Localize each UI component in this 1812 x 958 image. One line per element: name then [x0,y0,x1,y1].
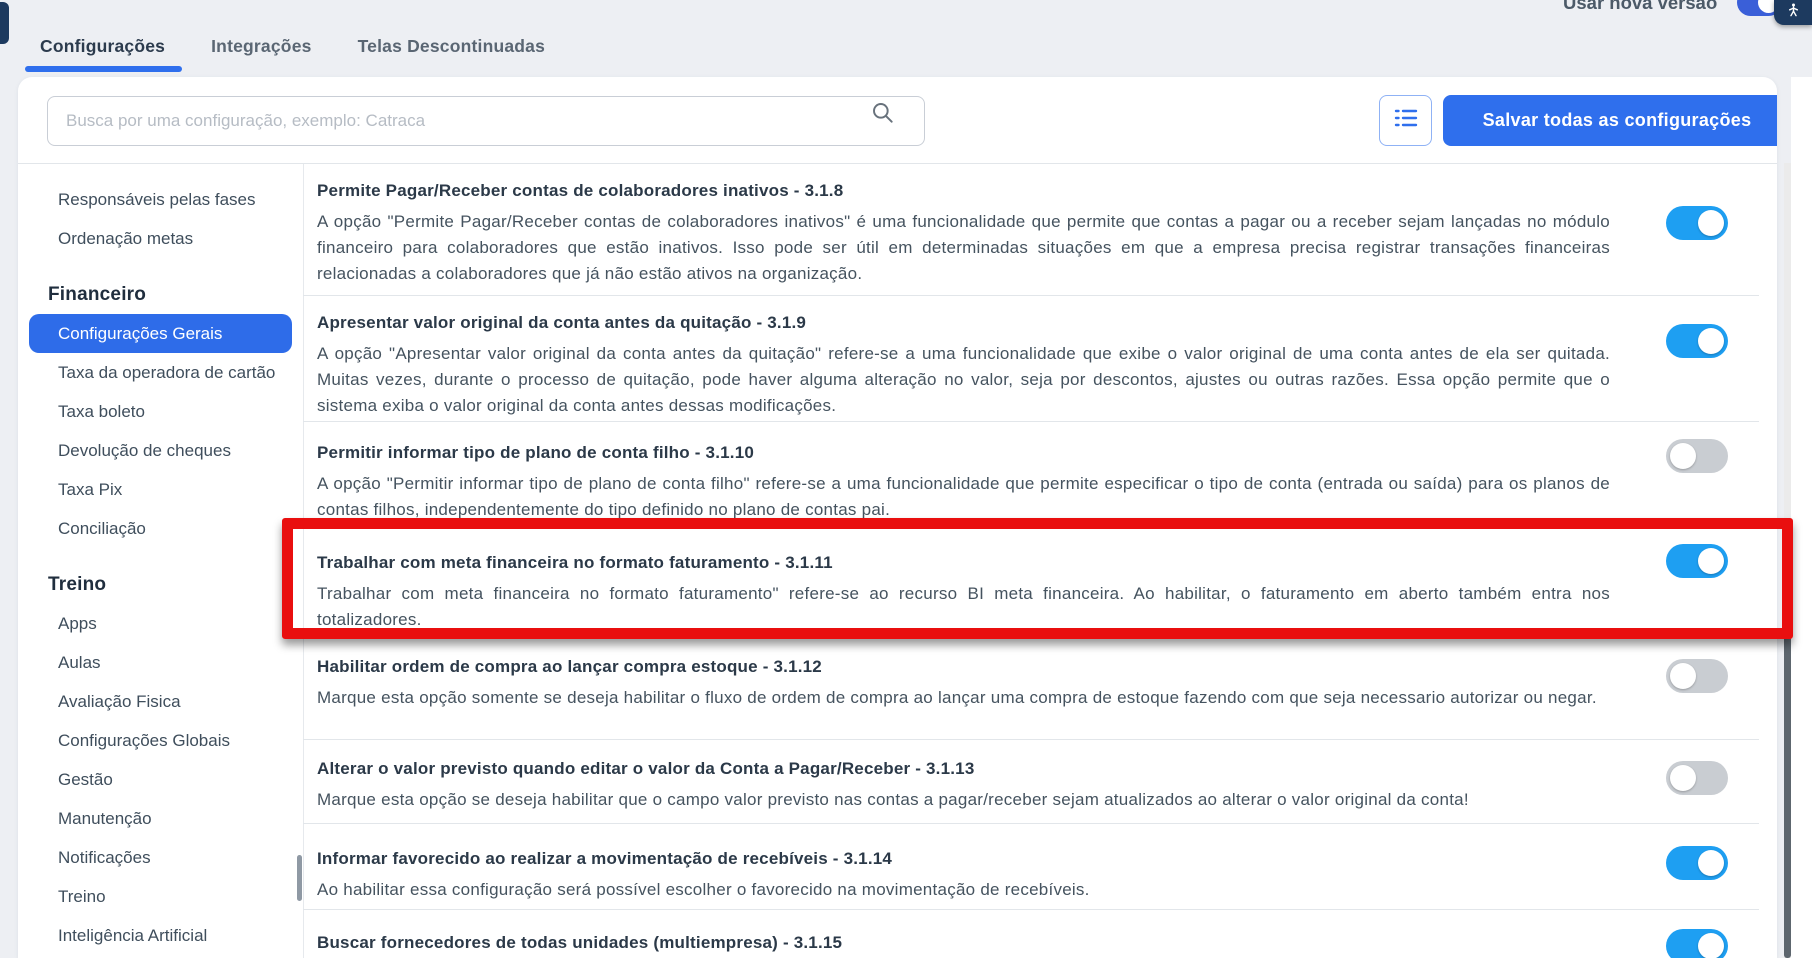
toggle-knob [1698,328,1724,354]
sidebar-item[interactable]: Manutenção [58,799,303,838]
sidebar-item[interactable]: Avaliação Fisica [58,682,303,721]
setting-title: Alterar o valor previsto quando editar o… [317,759,1617,779]
sidebar-item[interactable]: Conciliação [58,509,303,548]
sidebar-item[interactable]: Apps [58,604,303,643]
tab-configuracoes[interactable]: Configurações [40,36,165,57]
sidebar-item[interactable]: Configurações Gerais [29,314,292,353]
settings-card: Salvar todas as configurações Responsáve… [18,77,1777,958]
setting-description: A opção "Permitir informar tipo de plano… [317,471,1610,523]
sidebar-item[interactable]: Inteligência Artificial [58,916,303,955]
accessibility-person-icon [1785,2,1802,24]
sidebar-item[interactable]: Aulas [58,643,303,682]
setting-title: Permite Pagar/Receber contas de colabora… [317,181,1617,201]
sidebar-item[interactable]: Taxa da operadora de cartão [58,353,303,392]
sidebar-item[interactable]: Taxa Pix [58,470,303,509]
toggle-knob [1698,210,1724,236]
setting-toggle[interactable] [1666,439,1728,473]
toggle-knob [1698,933,1724,958]
tab-integracoes[interactable]: Integrações [211,36,311,57]
sidebar-item[interactable]: Configurações Globais [58,721,303,760]
setting-title: Informar favorecido ao realizar a movime… [317,849,1617,869]
setting-toggle[interactable] [1666,846,1728,880]
tab-telas-descontinuadas[interactable]: Telas Descontinuadas [358,36,546,57]
setting-toggle[interactable] [1666,324,1728,358]
list-view-button[interactable] [1379,95,1432,146]
sidebar-item[interactable]: Gestão [58,760,303,799]
new-version-label: Usar nova versão [1563,0,1733,14]
toggle-knob [1670,443,1696,469]
setting-description: Trabalhar com meta financeira no formato… [317,581,1610,633]
sidebar-item[interactable]: Notificações [58,838,303,877]
sidebar-section-header: Treino [48,574,303,596]
settings-list: Permite Pagar/Receber contas de colabora… [303,164,1777,958]
sidebar-item[interactable]: Responsáveis pelas fases [58,180,303,219]
setting-toggle[interactable] [1666,544,1728,578]
tab-bar: Configurações Integrações Telas Descontinu… [40,36,545,57]
setting-description: A opção "Apresentar valor original da co… [317,341,1610,419]
sidebar-item[interactable]: Ordenação metas [58,219,303,258]
setting-toggle[interactable] [1666,206,1728,240]
setting-title: Trabalhar com meta financeira no formato… [317,553,1617,573]
search-icon[interactable] [870,100,896,126]
toggle-knob [1670,765,1696,791]
setting-description: Marque esta opção somente se deseja habi… [317,685,1610,711]
toggle-knob [1698,548,1724,574]
nav-drawer-edge[interactable] [0,2,9,44]
sidebar-item[interactable]: Treino [58,877,303,916]
row-divider [303,295,1759,296]
settings-sidebar: Responsáveis pelas fasesOrdenação metas F… [18,164,303,958]
setting-title: Habilitar ordem de compra ao lançar comp… [317,657,1617,677]
scrollbar-thumb[interactable] [1784,593,1791,958]
page-edge [1791,77,1812,958]
sidebar-item[interactable]: Devolução de cheques [58,431,303,470]
list-icon [1394,107,1418,134]
sidebar-item[interactable]: Taxa boleto [58,392,303,431]
setting-title: Apresentar valor original da conta antes… [317,313,1617,333]
setting-description: Ao habilitar essa configuração será poss… [317,877,1610,903]
toggle-knob [1698,850,1724,876]
setting-description: A opção "Permite Pagar/Receber contas de… [317,209,1610,287]
save-all-button[interactable]: Salvar todas as configurações [1443,95,1777,146]
sidebar-section-header: Financeiro [48,284,303,306]
toggle-knob [1670,663,1696,689]
sidebar-scrollbar-thumb[interactable] [297,855,302,901]
row-divider [303,421,1759,422]
accessibility-button[interactable] [1774,0,1812,25]
setting-description: Marque esta opção se deseja habilitar qu… [317,787,1610,813]
row-divider [303,823,1759,824]
setting-toggle[interactable] [1666,761,1728,795]
row-divider [303,739,1759,740]
search-input[interactable] [47,96,925,146]
setting-title: Permitir informar tipo de plano de conta… [317,443,1617,463]
setting-toggle[interactable] [1666,659,1728,693]
setting-toggle[interactable] [1666,929,1728,958]
row-divider [303,909,1759,910]
setting-title: Buscar fornecedores de todas unidades (m… [317,933,1617,953]
